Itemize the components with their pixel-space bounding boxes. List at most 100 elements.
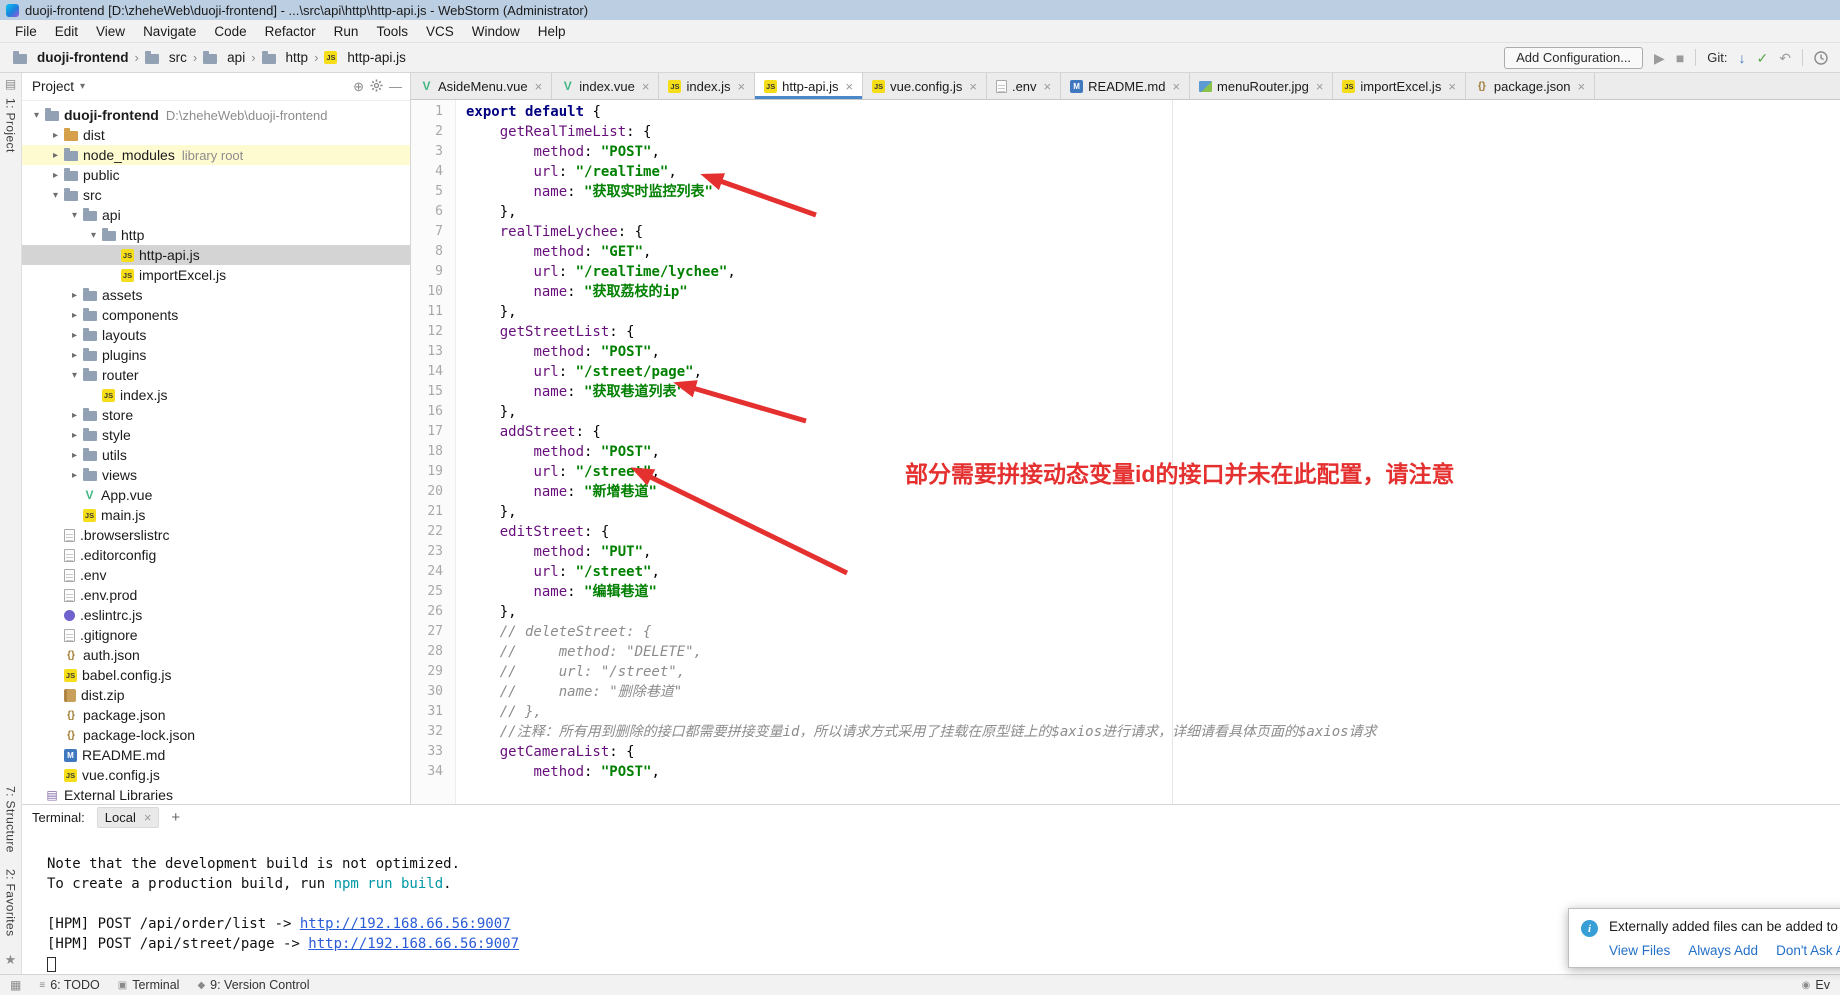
notification-action-don-t-ask-agai[interactable]: Don't Ask Agai bbox=[1776, 943, 1840, 958]
menu-vcs[interactable]: VCS bbox=[417, 20, 463, 42]
chevron-right-icon[interactable]: ▸ bbox=[66, 290, 83, 301]
tool-window-favorites-button[interactable]: 2: Favorites bbox=[4, 869, 18, 937]
tree-item-README.md[interactable]: MREADME.md bbox=[22, 745, 410, 765]
hide-panel-icon[interactable]: — bbox=[389, 80, 402, 93]
locate-file-icon[interactable]: ⊕ bbox=[353, 80, 364, 93]
run-icon[interactable]: ▶ bbox=[1654, 51, 1665, 65]
close-icon[interactable]: × bbox=[642, 79, 650, 94]
chevron-right-icon[interactable]: ▸ bbox=[66, 430, 83, 441]
editor-tab-menuRouter.jpg[interactable]: menuRouter.jpg× bbox=[1190, 73, 1333, 99]
breadcrumb-duoji-frontend[interactable]: duoji-frontend bbox=[10, 48, 131, 67]
close-icon[interactable]: × bbox=[738, 79, 746, 94]
tree-item-router[interactable]: ▾router bbox=[22, 365, 410, 385]
code-editor[interactable]: 1234567891011121314151617181920212223242… bbox=[411, 100, 1840, 804]
notification-action-always-add[interactable]: Always Add bbox=[1688, 943, 1758, 958]
tree-item-.browserslistrc[interactable]: .browserslistrc bbox=[22, 525, 410, 545]
chevron-right-icon[interactable]: ▸ bbox=[47, 130, 64, 141]
close-icon[interactable]: × bbox=[1044, 79, 1052, 94]
chevron-right-icon[interactable]: ▸ bbox=[66, 350, 83, 361]
chevron-right-icon[interactable]: ▸ bbox=[47, 170, 64, 181]
tree-item-package-lock.json[interactable]: {}package-lock.json bbox=[22, 725, 410, 745]
menu-file[interactable]: File bbox=[6, 20, 46, 42]
tree-item-babel.config.js[interactable]: JSbabel.config.js bbox=[22, 665, 410, 685]
stop-icon[interactable]: ■ bbox=[1676, 51, 1684, 65]
tree-item-assets[interactable]: ▸assets bbox=[22, 285, 410, 305]
tree-item-components[interactable]: ▸components bbox=[22, 305, 410, 325]
status-item-6-todo[interactable]: ≡6: TODO bbox=[39, 978, 99, 992]
git-rollback-icon[interactable]: ↶ bbox=[1779, 51, 1791, 65]
tree-item-dist[interactable]: ▸dist bbox=[22, 125, 410, 145]
tool-window-switcher-icon[interactable]: ▦ bbox=[10, 978, 21, 992]
gear-icon[interactable] bbox=[370, 79, 383, 94]
tree-item-style[interactable]: ▸style bbox=[22, 425, 410, 445]
menu-code[interactable]: Code bbox=[205, 20, 255, 42]
breadcrumb-src[interactable]: src bbox=[142, 48, 190, 67]
tree-item-App.vue[interactable]: VApp.vue bbox=[22, 485, 410, 505]
favorites-star-icon[interactable]: ★ bbox=[5, 952, 17, 968]
chevron-down-icon[interactable]: ▾ bbox=[28, 110, 45, 121]
git-update-icon[interactable]: ↓ bbox=[1739, 51, 1746, 65]
status-item-terminal[interactable]: ▣Terminal bbox=[118, 978, 180, 992]
editor-tab-vue.config.js[interactable]: JSvue.config.js× bbox=[863, 73, 987, 99]
status-item-9-version-control[interactable]: ◆9: Version Control bbox=[197, 978, 309, 992]
menu-refactor[interactable]: Refactor bbox=[256, 20, 325, 42]
close-icon[interactable]: × bbox=[535, 79, 543, 94]
tree-item-store[interactable]: ▸store bbox=[22, 405, 410, 425]
tree-item-package.json[interactable]: {}package.json bbox=[22, 705, 410, 725]
git-commit-icon[interactable]: ✓ bbox=[1757, 51, 1769, 65]
editor-tab-importExcel.js[interactable]: JSimportExcel.js× bbox=[1333, 73, 1466, 99]
terminal-link[interactable]: http://192.168.66.56:9007 bbox=[308, 936, 519, 952]
new-terminal-button[interactable]: + bbox=[171, 809, 180, 826]
chevron-right-icon[interactable]: ▸ bbox=[66, 450, 83, 461]
tree-item-src[interactable]: ▾src bbox=[22, 185, 410, 205]
chevron-down-icon[interactable]: ▾ bbox=[85, 230, 102, 241]
close-icon[interactable]: × bbox=[1448, 79, 1456, 94]
tree-item-dist.zip[interactable]: dist.zip bbox=[22, 685, 410, 705]
chevron-right-icon[interactable]: ▸ bbox=[66, 310, 83, 321]
editor-tab-index.js[interactable]: JSindex.js× bbox=[659, 73, 755, 99]
editor-tab-.env[interactable]: .env× bbox=[987, 73, 1061, 99]
tree-item-api[interactable]: ▾api bbox=[22, 205, 410, 225]
tree-item-.editorconfig[interactable]: .editorconfig bbox=[22, 545, 410, 565]
close-icon[interactable]: × bbox=[144, 810, 152, 825]
chevron-down-icon[interactable]: ▾ bbox=[47, 190, 64, 201]
editor-tab-README.md[interactable]: MREADME.md× bbox=[1061, 73, 1190, 99]
tree-item-plugins[interactable]: ▸plugins bbox=[22, 345, 410, 365]
tool-windows-icon[interactable]: ▤ bbox=[5, 78, 16, 90]
close-icon[interactable]: × bbox=[969, 79, 977, 94]
chevron-down-icon[interactable]: ▾ bbox=[66, 370, 83, 381]
tree-item-.eslintrc.js[interactable]: .eslintrc.js bbox=[22, 605, 410, 625]
terminal-tab-local[interactable]: Local × bbox=[97, 807, 160, 828]
tree-item-External Libraries[interactable]: ▤External Libraries bbox=[22, 785, 410, 804]
menu-tools[interactable]: Tools bbox=[367, 20, 417, 42]
tree-item-importExcel.js[interactable]: JSimportExcel.js bbox=[22, 265, 410, 285]
breadcrumb-http-api.js[interactable]: JShttp-api.js bbox=[321, 48, 409, 67]
chevron-right-icon[interactable]: ▸ bbox=[66, 470, 83, 481]
terminal-link[interactable]: http://192.168.66.56:9007 bbox=[300, 916, 511, 932]
chevron-right-icon[interactable]: ▸ bbox=[66, 410, 83, 421]
breadcrumb-api[interactable]: api bbox=[200, 48, 248, 67]
chevron-down-icon[interactable]: ▾ bbox=[80, 81, 85, 92]
menu-run[interactable]: Run bbox=[325, 20, 368, 42]
editor-tab-package.json[interactable]: {}package.json× bbox=[1466, 73, 1595, 99]
tool-window-structure-button[interactable]: 7: Structure bbox=[4, 786, 18, 853]
tree-item-.gitignore[interactable]: .gitignore bbox=[22, 625, 410, 645]
tree-item-vue.config.js[interactable]: JSvue.config.js bbox=[22, 765, 410, 785]
tree-item-auth.json[interactable]: {}auth.json bbox=[22, 645, 410, 665]
tree-item-http-api.js[interactable]: JShttp-api.js bbox=[22, 245, 410, 265]
tree-item-views[interactable]: ▸views bbox=[22, 465, 410, 485]
tree-item-node_modules[interactable]: ▸node_moduleslibrary root bbox=[22, 145, 410, 165]
tree-item-utils[interactable]: ▸utils bbox=[22, 445, 410, 465]
close-icon[interactable]: × bbox=[1172, 79, 1180, 94]
tree-item-layouts[interactable]: ▸layouts bbox=[22, 325, 410, 345]
close-icon[interactable]: × bbox=[1316, 79, 1324, 94]
local-history-clock-icon[interactable] bbox=[1814, 51, 1828, 65]
tree-item-main.js[interactable]: JSmain.js bbox=[22, 505, 410, 525]
chevron-down-icon[interactable]: ▾ bbox=[66, 210, 83, 221]
status-item-ev[interactable]: ◉Ev bbox=[1802, 978, 1830, 992]
editor-tab-http-api.js[interactable]: JShttp-api.js× bbox=[755, 73, 863, 99]
menu-window[interactable]: Window bbox=[463, 20, 529, 42]
close-icon[interactable]: × bbox=[846, 79, 854, 94]
tree-item-.env.prod[interactable]: .env.prod bbox=[22, 585, 410, 605]
notification-action-view-files[interactable]: View Files bbox=[1609, 943, 1670, 958]
